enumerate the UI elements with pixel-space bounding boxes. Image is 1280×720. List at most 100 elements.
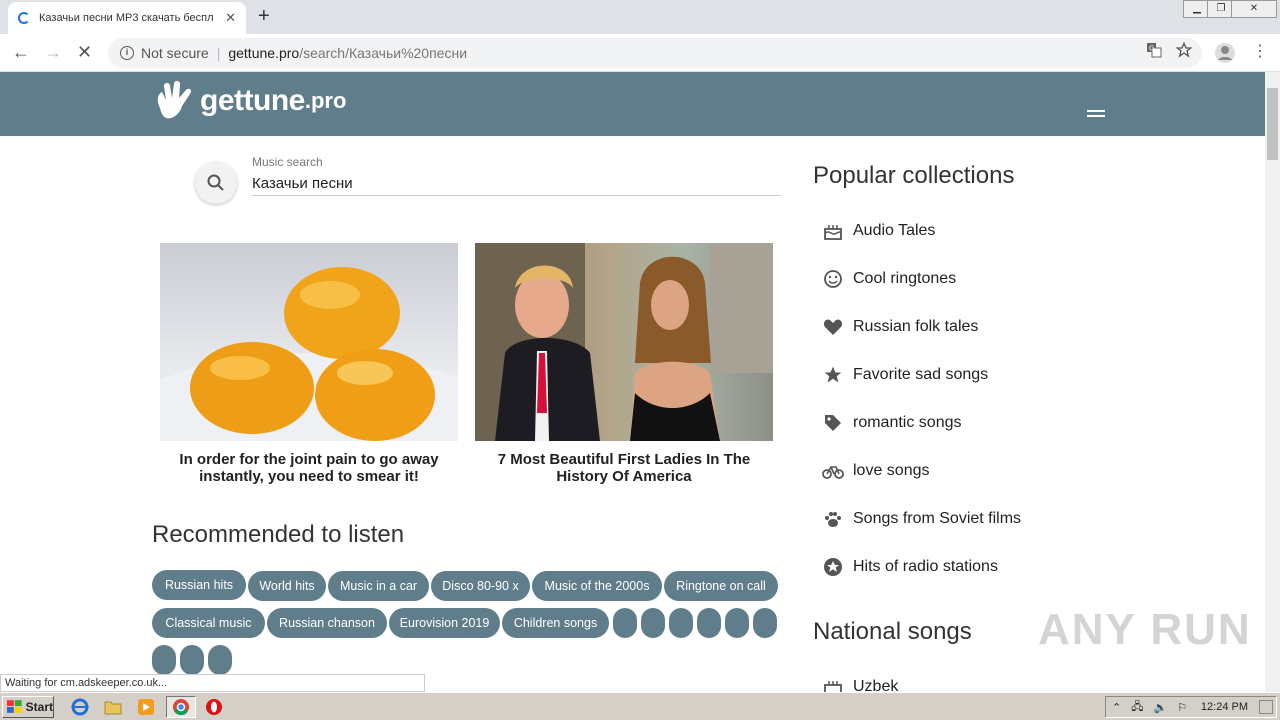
site-header: gettune .pro: [0, 72, 1265, 136]
collection-favorite-sad-songs[interactable]: Favorite sad songs: [822, 364, 988, 386]
status-bar: Waiting for cm.adskeeper.co.uk...: [0, 674, 425, 692]
search-input[interactable]: [252, 172, 781, 196]
media-player-icon[interactable]: [136, 697, 156, 717]
url-separator: |: [216, 45, 221, 61]
loading-spinner-icon: [18, 12, 30, 24]
collection-soviet-film-songs[interactable]: Songs from Soviet films: [822, 508, 1021, 530]
windows-logo-icon: [7, 700, 22, 713]
forward-button[interactable]: →: [44, 42, 62, 62]
collection-uzbek[interactable]: Uzbek: [822, 676, 898, 692]
collection-label: Uzbek: [853, 678, 899, 692]
chip-empty[interactable]: [725, 608, 749, 638]
menu-hamburger-icon[interactable]: [1087, 110, 1105, 118]
collection-russian-folk-tales[interactable]: Russian folk tales: [822, 316, 978, 338]
browser-toolbar: ← → ✕ i Not secure | gettune.pro /search…: [0, 34, 1280, 72]
collection-label: Favorite sad songs: [853, 366, 989, 383]
chip-empty[interactable]: [753, 608, 777, 638]
chip-children-songs[interactable]: Children songs: [502, 608, 609, 638]
url-domain: gettune.pro: [228, 45, 300, 61]
opera-icon[interactable]: [204, 697, 224, 717]
heart-icon: [822, 316, 844, 338]
chip-empty[interactable]: [152, 645, 176, 675]
star-circle-icon: [822, 556, 844, 578]
chrome-taskbar-button[interactable]: [166, 696, 196, 718]
tab-close-button[interactable]: ✕: [225, 10, 236, 26]
volume-icon[interactable]: 🔈: [1153, 701, 1167, 714]
tab-title: Казачьи песни MP3 скачать беспл: [39, 12, 214, 24]
chip-ringtone-on-call[interactable]: Ringtone on call: [664, 571, 778, 601]
couple-photo-illustration: [475, 243, 773, 441]
collection-radio-hits[interactable]: Hits of radio stations: [822, 556, 998, 578]
tray-expand-icon[interactable]: ⌃: [1112, 701, 1121, 714]
web-page: gettune.pro Music search In order: [0, 72, 1265, 692]
flag-icon[interactable]: ⚐: [1177, 701, 1187, 714]
logo-brand: gettune: [200, 84, 305, 117]
bicycle-icon: [822, 460, 844, 482]
chip-music-2000s[interactable]: Music of the 2000s: [532, 571, 662, 601]
collection-audio-tales[interactable]: Audio Tales: [822, 220, 935, 242]
back-button[interactable]: ←: [12, 42, 30, 62]
chip-empty[interactable]: [697, 608, 721, 638]
info-icon[interactable]: i: [120, 46, 134, 60]
browser-tab[interactable]: Казачьи песни MP3 скачать беспл ✕: [8, 2, 246, 34]
collection-label: Hits of radio stations: [853, 558, 998, 575]
stop-loading-button[interactable]: ✕: [77, 42, 92, 62]
chip-classical-music[interactable]: Classical music: [152, 608, 265, 638]
chip-eurovision-2019[interactable]: Eurovision 2019: [389, 608, 500, 638]
collection-label: romantic songs: [853, 414, 962, 431]
new-tab-button[interactable]: +: [258, 6, 270, 26]
chip-empty[interactable]: [208, 645, 232, 675]
collection-label: Russian folk tales: [853, 318, 979, 335]
profile-avatar-icon[interactable]: [1214, 42, 1236, 64]
omnibox-actions: G: [1146, 42, 1192, 58]
anyrun-watermark: ANY RUN: [1038, 605, 1252, 654]
collection-label: love songs: [853, 462, 930, 479]
bookmark-star-icon[interactable]: [1176, 42, 1192, 58]
ad-image-egg-yolks: [160, 243, 458, 441]
tab-strip: Казачьи песни MP3 скачать беспл ✕ + ▁ ❐ …: [0, 0, 1280, 34]
start-label: Start: [25, 700, 53, 714]
show-desktop-button[interactable]: [1259, 700, 1273, 714]
ad-card-1[interactable]: In order for the joint pain to go away i…: [160, 243, 458, 485]
search-icon: [207, 174, 224, 191]
chip-empty[interactable]: [641, 608, 665, 638]
window-close-button[interactable]: ✕: [1231, 0, 1277, 18]
ad-card-2[interactable]: 7 Most Beautiful First Ladies In The His…: [475, 243, 773, 485]
chip-empty[interactable]: [613, 608, 637, 638]
translate-icon[interactable]: G: [1146, 42, 1162, 58]
network-icon[interactable]: 🖧: [1131, 698, 1143, 717]
address-bar[interactable]: i Not secure | gettune.pro /search/Казач…: [108, 38, 1202, 68]
site-logo[interactable]: gettune .pro: [152, 80, 346, 122]
folder-icon[interactable]: [103, 697, 123, 717]
ad-caption-2[interactable]: 7 Most Beautiful First Ladies In The His…: [475, 451, 773, 485]
chip-empty[interactable]: [180, 645, 204, 675]
chip-russian-hits[interactable]: Russian hits: [152, 570, 246, 600]
paw-icon: [822, 508, 844, 530]
collection-cool-ringtones[interactable]: Cool ringtones: [822, 268, 956, 290]
star-icon: [822, 364, 844, 386]
egg-yolk-illustration: [160, 267, 458, 441]
ie-icon[interactable]: [70, 697, 90, 717]
chip-russian-chanson[interactable]: Russian chanson: [267, 608, 387, 638]
ad-caption-1[interactable]: In order for the joint pain to go away i…: [160, 451, 458, 485]
collection-love-songs[interactable]: love songs: [822, 460, 930, 482]
collection-romantic-songs[interactable]: romantic songs: [822, 412, 962, 434]
collection-label: Songs from Soviet films: [853, 510, 1022, 527]
chip-empty[interactable]: [669, 608, 693, 638]
page-scrollbar[interactable]: [1265, 72, 1280, 692]
search-button[interactable]: [195, 162, 237, 204]
chip-world-hits[interactable]: World hits: [248, 571, 326, 601]
browser-menu-button[interactable]: ⋮: [1252, 42, 1268, 62]
recommended-heading: Recommended to listen: [152, 521, 405, 548]
clock[interactable]: 12:24 PM: [1201, 701, 1248, 713]
search-label: Music search: [252, 155, 323, 169]
chip-disco-80-90[interactable]: Disco 80-90 x: [431, 571, 530, 601]
scrollbar-thumb[interactable]: [1267, 88, 1278, 160]
chip-music-in-a-car[interactable]: Music in a car: [328, 571, 429, 601]
popular-collections-heading: Popular collections: [813, 162, 1015, 189]
windows-taskbar: Start ⌃ 🖧 🔈 ⚐ 12:24 PM: [0, 692, 1280, 720]
chrome-icon: [173, 699, 189, 716]
start-button[interactable]: Start: [2, 696, 54, 718]
cake-icon: [822, 676, 844, 692]
collection-label: Cool ringtones: [853, 270, 957, 287]
